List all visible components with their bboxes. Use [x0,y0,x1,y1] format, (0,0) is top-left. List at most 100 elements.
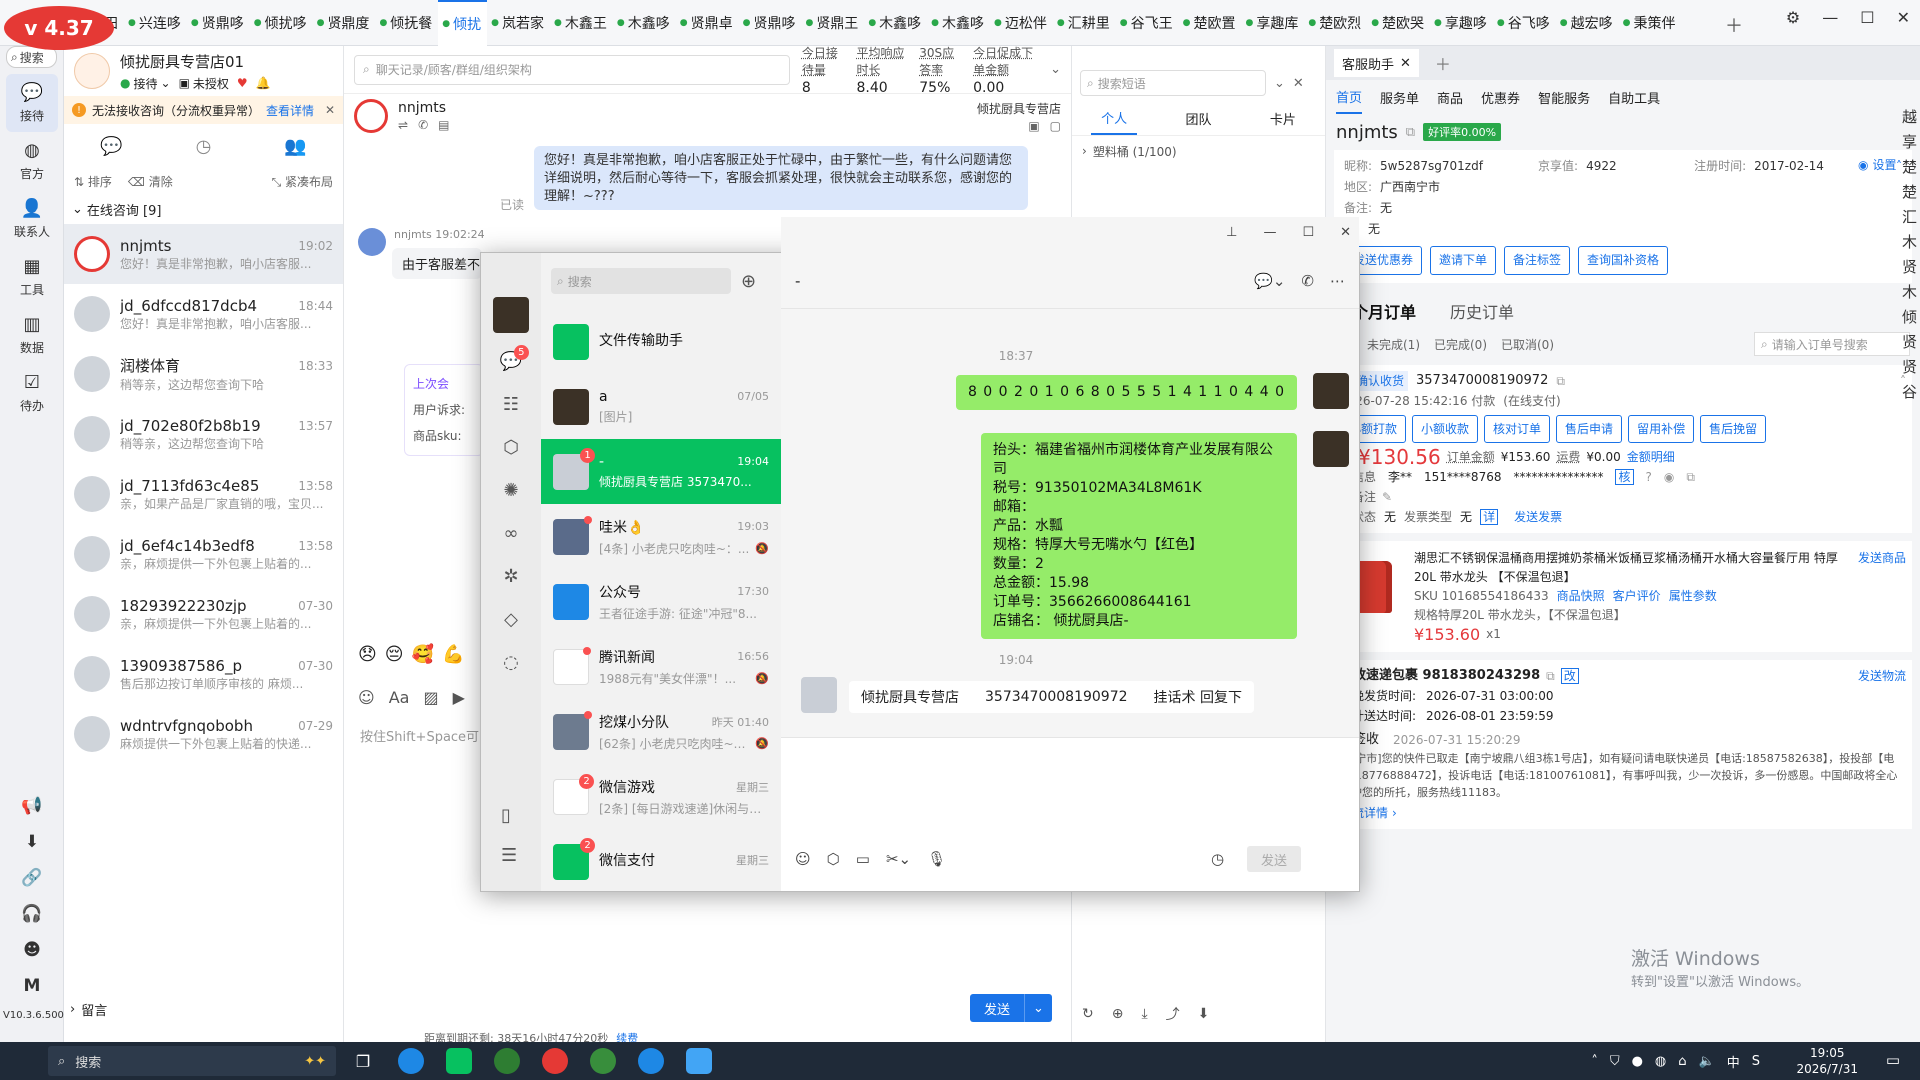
shop-tab[interactable]: ● 贤鼎卓 [676,0,739,46]
channels-icon[interactable]: ∞ [504,523,519,544]
reception-status[interactable]: ● 接待 ⌄ [120,75,171,92]
chevron-up-icon[interactable]: ˄ [1591,1054,1598,1069]
online-group-header[interactable]: ⌄ 在线咨询 [9] [64,194,343,224]
more-icon[interactable]: ⋯ [1330,272,1345,290]
send-options-icon[interactable]: ⌄ [1024,994,1052,1022]
phone-icon[interactable]: ▯ [501,805,511,826]
add-tab-icon[interactable]: ＋ [1435,51,1451,75]
miniapp-icon[interactable]: ◌ [503,652,519,673]
customer-action-button[interactable]: 备注标签 [1504,246,1571,275]
add-icon[interactable]: ⊕ [741,271,756,292]
helper-nav-item[interactable]: 商品 [1437,82,1463,113]
helper-tab[interactable]: 客服助手 ✕ [1334,49,1419,77]
wechat-conversation-item[interactable]: 公众号 17:30 王者征途手游: 征途"冲冠"8... [541,569,781,634]
edge-tab[interactable]: 木 [1902,281,1920,302]
amount-detail-link[interactable]: 金额明细 [1627,447,1675,467]
chat-search-input[interactable]: ⌕ 聊天记录/顾客/群组/组织架构 [354,54,790,85]
minimize-icon[interactable]: — [1263,225,1276,240]
session-item[interactable]: jd_6dfccd817dcb4 18:44 您好！真是非常抱歉，咱小店客服... [64,284,343,344]
clock[interactable]: 19:05 2026/7/31 [1796,1045,1858,1077]
tracking-detail-link[interactable]: 物流详情 › [1340,803,1906,823]
helper-nav-item[interactable]: 服务单 [1380,82,1419,113]
taskbar-search[interactable]: ⌕ 搜索 ✦✦ [48,1046,336,1076]
wechat-conversation-item[interactable]: 2 微信支付 星期三 [541,829,781,894]
edge-browser-icon[interactable] [398,1048,424,1074]
helper-nav-item[interactable]: 首页 [1336,81,1363,114]
copy-icon[interactable]: ⧉ [1406,125,1415,140]
volume-icon[interactable]: 🔈 [1699,1054,1715,1069]
chevron-down-icon[interactable]: ⌄ [1050,62,1061,77]
edge-tab[interactable]: 倾 [1902,306,1920,327]
emoji-icon[interactable]: 🥰 [412,644,434,665]
moments-icon[interactable]: ✺ [503,480,518,501]
emoji-icon[interactable]: 💪 [442,644,464,665]
app-icon[interactable] [494,1048,520,1074]
edge-tab[interactable]: 楚 [1902,156,1920,177]
wechat-search-input[interactable]: ⌕ 搜索 [551,268,731,294]
helper-nav-item[interactable]: 自助工具 [1608,82,1660,113]
shop-tab[interactable]: ● 享趣库 [1241,0,1304,46]
order-filter[interactable]: 已取消(0) [1501,336,1554,353]
order-action-button[interactable]: 核对订单 [1484,415,1551,443]
chat-bubble-icon[interactable]: 💬 [100,136,122,157]
session-item[interactable]: 13909387586_p 07-30 售后那边按订单顺序审核的 麻烦... [64,644,343,704]
edge-tab[interactable]: 贤 [1902,256,1920,277]
favorite-icon[interactable]: ⬡ [827,850,840,868]
smile-icon[interactable]: ☺ [358,688,375,707]
sku-link[interactable]: 客户评价 [1613,587,1661,606]
shop-tab[interactable]: ● 木鑫哆 [927,0,990,46]
heart-icon[interactable]: ♥ [237,76,248,90]
order-action-button[interactable]: 小额收款 [1412,415,1479,443]
shop-tab[interactable]: ● 贤鼎哆 [739,0,802,46]
voice-call-icon[interactable]: ✆ [1301,272,1314,290]
contacts-icon[interactable]: 👥 [284,136,306,157]
rail-item[interactable]: ☑ 待办 [0,364,64,422]
menu-icon[interactable]: ☰ [501,845,517,866]
copy-icon[interactable]: ⧉ [1546,666,1555,686]
wechat-conversation-item[interactable]: 挖煤小分队 昨天 01:40 [62条] 小老虎只吃肉哇~：... 🔕 [541,699,781,764]
rail-item[interactable]: ▥ 数据 [0,306,64,364]
sort-button[interactable]: ⇅ 排序 [74,173,112,190]
notification-icon[interactable]: ▭ [1886,1051,1900,1069]
shop-tab[interactable]: ● 楚欧烈 [1304,0,1367,46]
shop-tab[interactable]: ● 木鑫哆 [864,0,927,46]
phrase-tree-item[interactable]: › 塑料桶 (1/100) [1072,136,1325,166]
app-icon[interactable] [542,1048,568,1074]
shop-tab[interactable]: ● 贤鼎王 [801,0,864,46]
order-action-button[interactable]: 售后申请 [1556,415,1623,443]
edge-tab[interactable]: 木 [1902,231,1920,252]
settings-icon[interactable]: ⚙ [1786,8,1800,27]
shop-tab[interactable]: ● 谷飞王 [1116,0,1179,46]
session-item[interactable]: 18293922230zjp 07-30 亲，麻烦提供一下外包裹上贴着的... [64,584,343,644]
shop-tab[interactable]: ● 迈松伴 [990,0,1053,46]
shop-tab[interactable]: ● 汇耕里 [1053,0,1116,46]
compact-layout-button[interactable]: ⤡ 紧凑布局 [272,173,333,190]
phrase-tab[interactable]: 卡片 [1260,103,1306,134]
wechat-app-icon[interactable] [446,1048,472,1074]
headset-icon[interactable]: 🎧 [21,904,42,924]
auth-status[interactable]: ▣ 未授权 [179,75,229,92]
shop-tab[interactable]: ● 岚若家 [487,0,550,46]
sogou-icon[interactable]: S [1752,1054,1760,1069]
shop-tab[interactable]: ● 享趣哆 [1430,0,1493,46]
shop-tab[interactable]: ● 木鑫王 [550,0,613,46]
clear-button[interactable]: ⌫ 清除 [128,173,173,190]
session-item[interactable]: nnjmts 19:02 您好！真是非常抱歉，咱小店客服... [64,224,343,284]
shop-tab[interactable]: ● 木鑫哆 [613,0,676,46]
customer-action-button[interactable]: 邀请下单 [1430,246,1497,275]
ime-indicator[interactable]: 中 [1727,1052,1740,1071]
mic-icon[interactable]: 🎙 [927,850,946,868]
close-banner-icon[interactable]: ✕ [325,103,335,117]
favorites-icon[interactable]: ⬡ [503,437,519,458]
add-icon[interactable]: ⊕ [1112,1006,1124,1022]
order-filter[interactable]: 已完成(0) [1434,336,1487,353]
product-title[interactable]: 潮思汇不锈钢保温桶商用摆摊奶茶桶米饭桶豆浆桶汤桶开水桶大容量餐厅用 特厚20L … [1414,549,1850,587]
history-icon[interactable]: ◷ [1211,850,1224,868]
invoice-detail-tag[interactable]: 详 [1480,509,1499,525]
message-input[interactable]: 按住Shift+Space可 [360,726,479,745]
refresh-icon[interactable]: ↻ [1082,1006,1094,1022]
help-icon[interactable]: ? [1646,467,1652,487]
session-item[interactable]: jd_6ef4c14b3edf8 13:58 亲，麻烦提供一下外包裹上贴着的... [64,524,343,584]
m-logo-icon[interactable]: M [24,976,41,996]
wechat-conversation-item[interactable]: 哇米👌 19:03 [4条] 小老虎只吃肉哇~：... 🔕 [541,504,781,569]
